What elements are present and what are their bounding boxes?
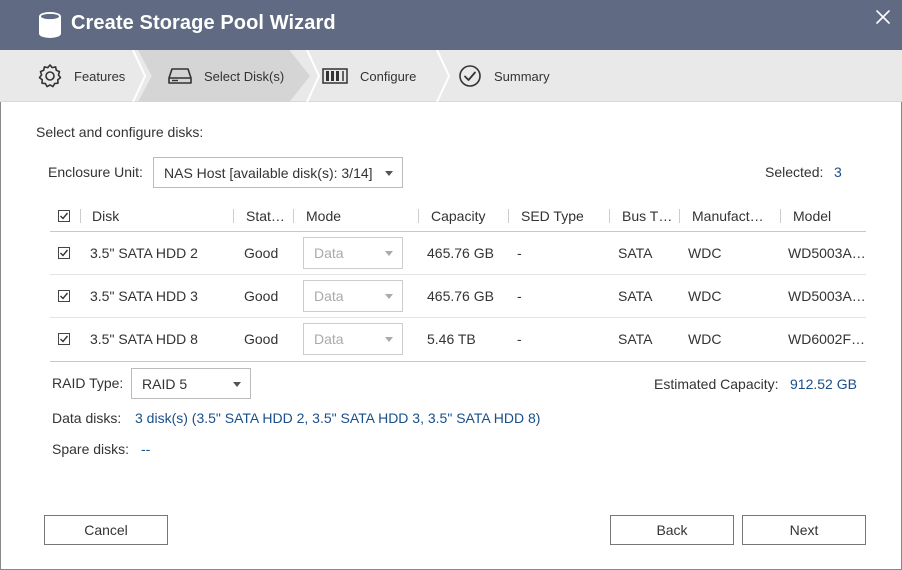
estimated-capacity-label: Estimated Capacity: xyxy=(654,376,779,392)
enclosure-label: Enclosure Unit: xyxy=(48,164,143,180)
disk-name: 3.5" SATA HDD 3 xyxy=(90,288,198,304)
disk-status: Good xyxy=(244,331,279,347)
column-separator xyxy=(780,209,781,223)
column-separator xyxy=(679,209,680,223)
mode-select-value: Data xyxy=(314,331,344,347)
data-disks-value: 3 disk(s) (3.5" SATA HDD 2, 3.5" SATA HD… xyxy=(135,410,541,426)
section-title: Select and configure disks: xyxy=(36,124,204,140)
row-checkbox[interactable] xyxy=(58,275,70,317)
disk-manufacturer: WDC xyxy=(688,331,722,347)
back-button[interactable]: Back xyxy=(610,515,734,545)
chevron-down-icon xyxy=(385,337,393,342)
enclosure-select[interactable]: NAS Host [available disk(s): 3/14] xyxy=(153,157,403,188)
table-row[interactable]: 3.5" SATA HDD 2 Good Data 465.76 GB - SA… xyxy=(50,232,866,275)
spare-disks-value: -- xyxy=(141,441,151,457)
disk-name: 3.5" SATA HDD 2 xyxy=(90,245,198,261)
raid-type-label: RAID Type: xyxy=(52,375,124,391)
hdd-icon xyxy=(166,62,194,90)
mode-select[interactable]: Data xyxy=(303,323,403,355)
mode-select-value: Data xyxy=(314,288,344,304)
disk-model: WD5003A… xyxy=(788,245,864,261)
close-icon[interactable] xyxy=(874,8,892,26)
column-header-bus-type[interactable]: Bus T… xyxy=(622,200,676,231)
raid-type-select[interactable]: RAID 5 xyxy=(131,368,251,399)
disk-table-header: Disk Stat… Mode Capacity SED Type Bus T…… xyxy=(50,200,866,232)
selected-count: 3 xyxy=(834,164,842,180)
column-header-sed-type[interactable]: SED Type xyxy=(521,200,607,231)
step-separator xyxy=(132,50,146,102)
title-bar: Create Storage Pool Wizard xyxy=(0,0,902,50)
select-all-checkbox[interactable] xyxy=(58,200,70,231)
disk-capacity: 5.46 TB xyxy=(427,331,476,347)
raid-icon xyxy=(322,62,350,90)
step-label: Summary xyxy=(494,68,550,84)
chevron-down-icon xyxy=(385,251,393,256)
column-separator xyxy=(80,209,81,223)
column-separator xyxy=(233,209,234,223)
column-separator xyxy=(508,209,509,223)
step-label: Features xyxy=(74,68,126,84)
disk-sed-type: - xyxy=(517,245,522,261)
column-header-model[interactable]: Model xyxy=(793,200,863,231)
estimated-capacity-value: 912.52 GB xyxy=(790,376,857,392)
selected-label: Selected: xyxy=(765,164,824,180)
enclosure-select-value: NAS Host [available disk(s): 3/14] xyxy=(164,164,373,181)
disk-model: WD5003A… xyxy=(788,288,864,304)
window-title: Create Storage Pool Wizard xyxy=(71,12,336,34)
step-select-disks: Select Disk(s) xyxy=(166,50,284,102)
disk-capacity: 465.76 GB xyxy=(427,245,494,261)
cancel-button[interactable]: Cancel xyxy=(44,515,168,545)
chevron-down-icon xyxy=(385,294,393,299)
disk-sed-type: - xyxy=(517,288,522,304)
step-summary: Summary xyxy=(456,50,550,102)
disk-bus-type: SATA xyxy=(618,245,653,261)
column-header-manufacturer[interactable]: Manufact… xyxy=(692,200,776,231)
table-row[interactable]: 3.5" SATA HDD 8 Good Data 5.46 TB - SATA… xyxy=(50,318,866,361)
column-separator xyxy=(418,209,419,223)
table-row[interactable]: 3.5" SATA HDD 3 Good Data 465.76 GB - SA… xyxy=(50,275,866,318)
column-header-mode[interactable]: Mode xyxy=(306,200,416,231)
checkbox-checked-icon xyxy=(58,333,70,345)
column-header-status[interactable]: Stat… xyxy=(246,200,290,231)
disk-bus-type: SATA xyxy=(618,288,653,304)
row-checkbox[interactable] xyxy=(58,232,70,274)
disk-capacity: 465.76 GB xyxy=(427,288,494,304)
table-divider xyxy=(50,361,866,362)
disk-manufacturer: WDC xyxy=(688,288,722,304)
raid-type-value: RAID 5 xyxy=(142,375,188,392)
mode-select[interactable]: Data xyxy=(303,280,403,312)
chevron-down-icon xyxy=(233,381,241,387)
disk-manufacturer: WDC xyxy=(688,245,722,261)
gear-icon xyxy=(36,62,64,90)
step-features: Features xyxy=(36,50,125,102)
step-label: Select Disk(s) xyxy=(204,68,285,84)
step-configure: Configure xyxy=(322,50,416,102)
data-disks-label: Data disks: xyxy=(52,410,122,426)
disk-sed-type: - xyxy=(517,331,522,347)
disk-bus-type: SATA xyxy=(618,331,653,347)
row-checkbox[interactable] xyxy=(58,318,70,360)
checkbox-checked-icon xyxy=(58,290,70,302)
mode-select-value: Data xyxy=(314,245,344,261)
column-separator xyxy=(293,209,294,223)
checkbox-checked-icon xyxy=(58,247,70,259)
step-separator xyxy=(306,50,320,102)
database-icon xyxy=(39,12,61,38)
column-header-disk[interactable]: Disk xyxy=(92,200,232,231)
mode-select[interactable]: Data xyxy=(303,237,403,269)
checkbox-checked-icon xyxy=(58,209,70,222)
disk-model: WD6002F… xyxy=(788,331,864,347)
step-separator xyxy=(436,50,450,102)
chevron-down-icon xyxy=(385,170,393,176)
disk-status: Good xyxy=(244,245,279,261)
column-separator xyxy=(609,209,610,223)
spare-disks-label: Spare disks: xyxy=(52,441,130,457)
disk-name: 3.5" SATA HDD 8 xyxy=(90,331,198,347)
wizard-steps: Features Select Disk(s) Configure Summar… xyxy=(0,50,902,102)
column-header-capacity[interactable]: Capacity xyxy=(431,200,505,231)
check-circle-icon xyxy=(456,62,484,90)
disk-status: Good xyxy=(244,288,279,304)
next-button[interactable]: Next xyxy=(742,515,866,545)
step-label: Configure xyxy=(360,68,417,84)
